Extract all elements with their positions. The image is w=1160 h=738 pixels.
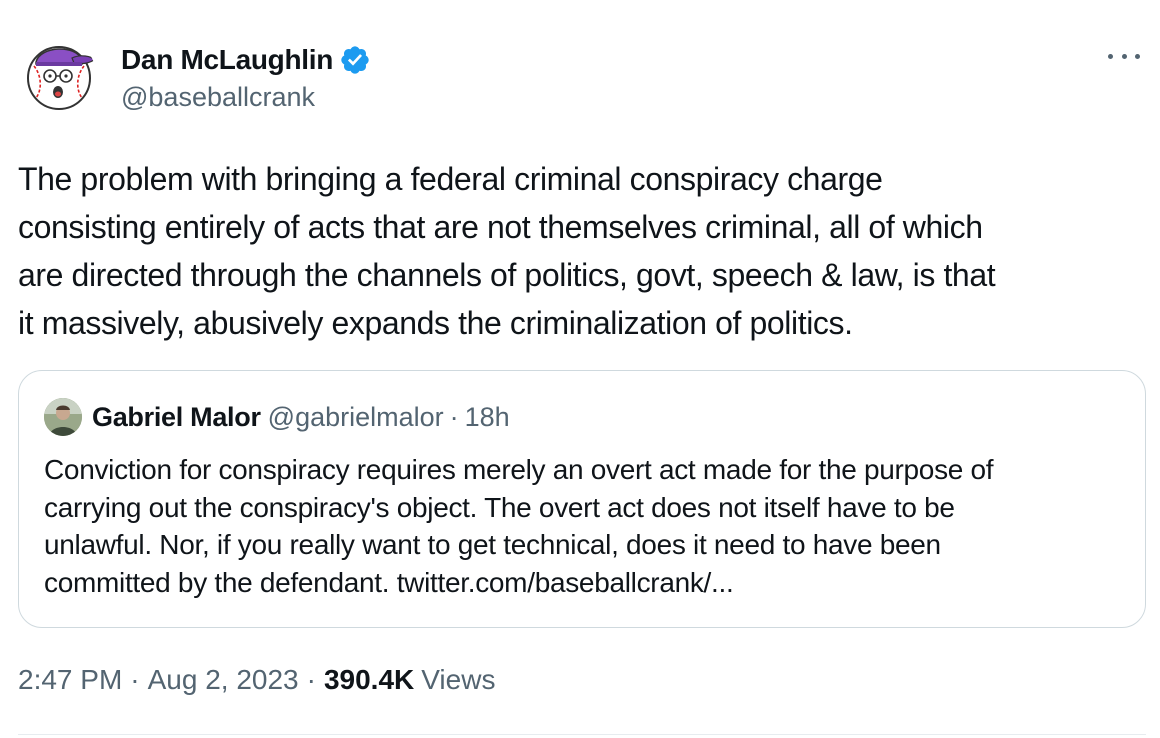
cartoon-baseball-avatar-icon: [27, 46, 95, 110]
author-name-row: Dan McLaughlin: [121, 42, 371, 78]
quoted-author-handle: @gabrielmalor: [267, 401, 444, 432]
verified-badge-icon: [339, 44, 371, 76]
quoted-separator: ·: [449, 401, 459, 432]
tweet-time[interactable]: 2:47 PM: [18, 664, 122, 696]
views-count[interactable]: 390.4K: [324, 664, 414, 696]
quoted-tweet-text: Conviction for conspiracy requires merel…: [44, 454, 994, 598]
tweet-date[interactable]: Aug 2, 2023: [148, 664, 299, 696]
views-label: Views: [421, 664, 496, 695]
quoted-author-name: Gabriel Malor: [92, 401, 261, 432]
tweet-card: Dan McLaughlin @baseballcrank The proble…: [0, 0, 1160, 738]
person-photo-icon: [44, 398, 82, 436]
quoted-tweet-header: Gabriel Malor @gabrielmalor · 18h: [92, 399, 510, 435]
quoted-author-avatar: [44, 398, 82, 436]
more-options-icon[interactable]: [1108, 46, 1140, 66]
divider: [18, 734, 1146, 735]
meta-separator: ·: [306, 664, 316, 695]
author-avatar[interactable]: [22, 38, 96, 112]
meta-separator: ·: [130, 664, 140, 695]
author-name[interactable]: Dan McLaughlin: [121, 44, 333, 76]
quoted-timestamp: 18h: [464, 401, 510, 432]
tweet-text: The problem with bringing a federal crim…: [18, 161, 996, 341]
author-handle[interactable]: @baseballcrank: [121, 82, 315, 113]
tweet-meta: 2:47 PM · Aug 2, 2023 · 390.4K Views: [18, 664, 495, 696]
quoted-tweet[interactable]: Gabriel Malor @gabrielmalor · 18h Convic…: [18, 370, 1146, 628]
